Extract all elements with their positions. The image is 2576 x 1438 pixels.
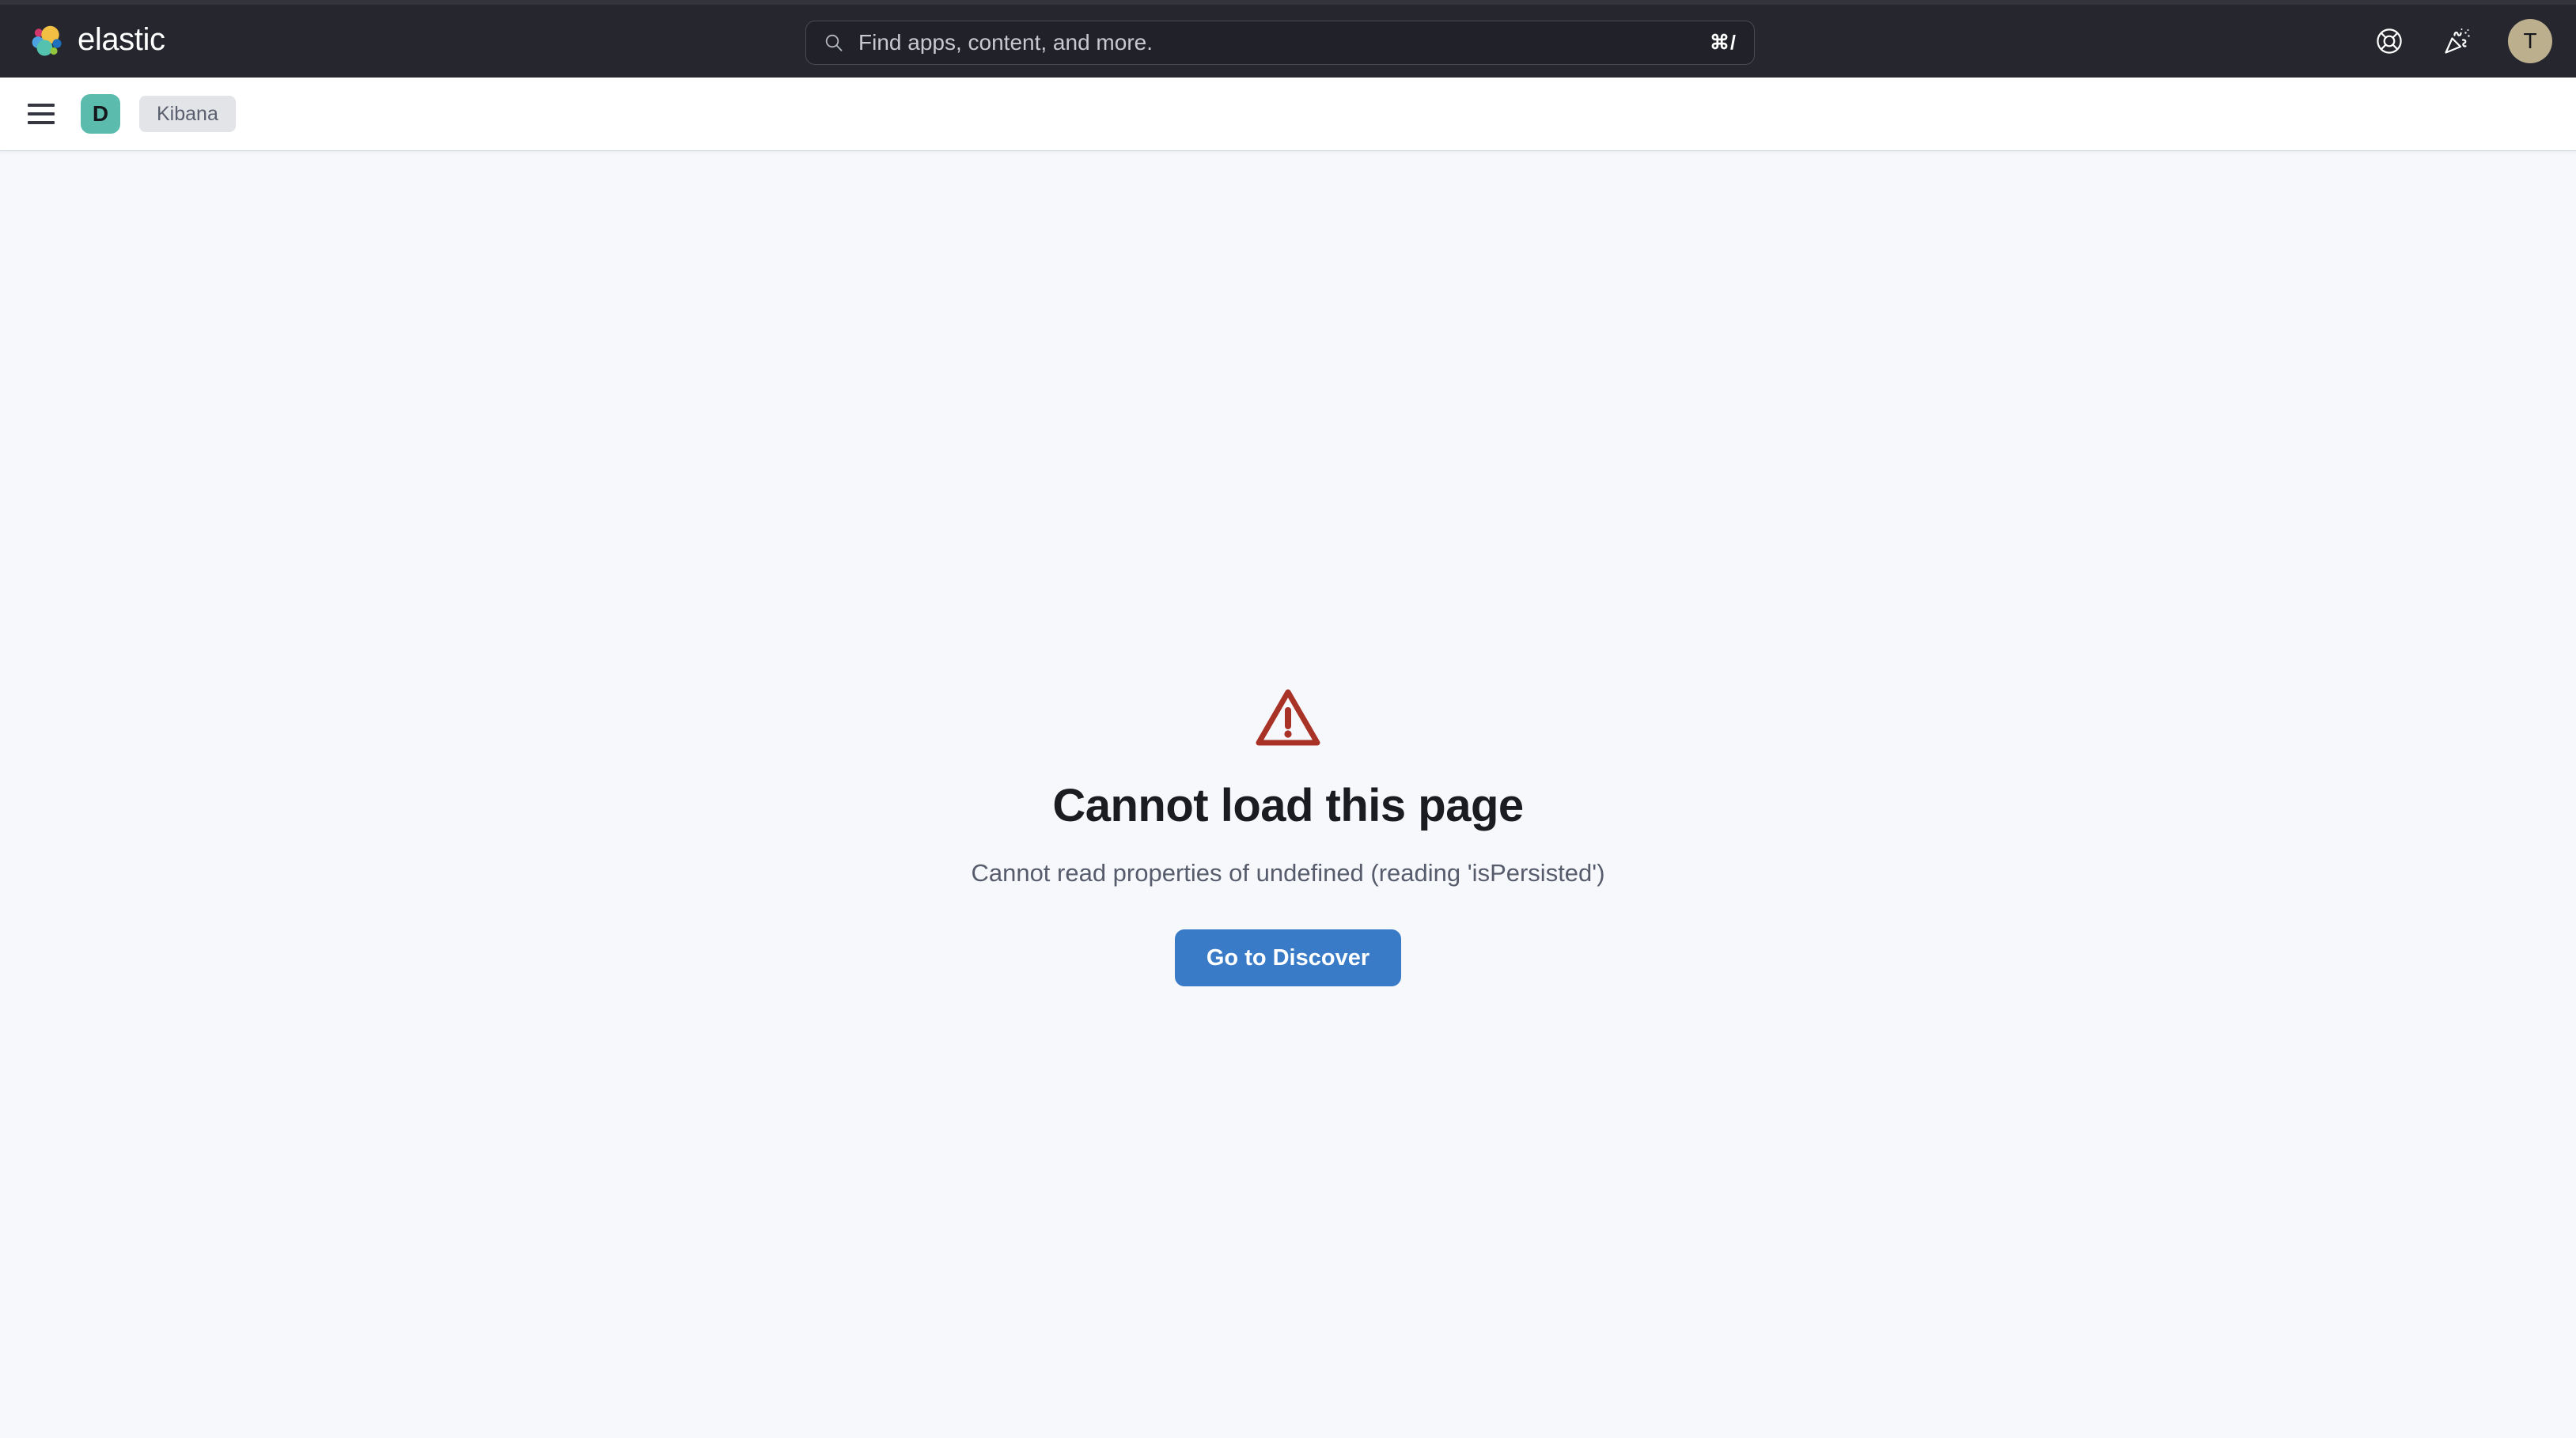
- party-popper-icon: [2441, 25, 2474, 58]
- page-title: Cannot load this page: [1052, 780, 1524, 831]
- warning-triangle-icon: [1255, 685, 1321, 751]
- hamburger-menu-icon[interactable]: [21, 93, 62, 134]
- help-menu-button[interactable]: [2372, 24, 2407, 59]
- search-input[interactable]: Find apps, content, and more. ⌘/: [805, 21, 1755, 65]
- error-message: Cannot read properties of undefined (rea…: [971, 858, 1605, 887]
- brand-name: elastic: [78, 22, 165, 57]
- menu-bar-3: [28, 121, 55, 124]
- breadcrumb-bar: D Kibana: [0, 78, 2576, 151]
- app-root: elastic Find apps, content, and more. ⌘/: [0, 0, 2576, 1438]
- go-to-discover-button[interactable]: Go to Discover: [1174, 929, 1402, 987]
- breadcrumb-item-label: Kibana: [157, 102, 218, 125]
- menu-bar-2: [28, 112, 55, 115]
- brand-home-link[interactable]: elastic: [28, 5, 165, 78]
- elastic-logo-icon: [28, 23, 65, 59]
- avatar-initial: T: [2523, 28, 2537, 53]
- header-actions: T: [2372, 5, 2552, 78]
- global-header: elastic Find apps, content, and more. ⌘/: [0, 5, 2576, 78]
- main-content: Cannot load this page Cannot read proper…: [0, 151, 2576, 1438]
- breadcrumb-item-kibana[interactable]: Kibana: [139, 96, 236, 132]
- global-search[interactable]: Find apps, content, and more. ⌘/: [805, 21, 1755, 65]
- avatar[interactable]: T: [2508, 19, 2552, 63]
- help-life-ring-icon: [2373, 25, 2405, 57]
- app-badge-discover[interactable]: D: [81, 94, 120, 134]
- news-feed-button[interactable]: [2440, 24, 2475, 59]
- menu-bar-1: [28, 104, 55, 107]
- app-badge-letter: D: [92, 101, 109, 126]
- error-panel: Cannot load this page Cannot read proper…: [0, 685, 2576, 987]
- search-placeholder: Find apps, content, and more.: [858, 32, 1153, 54]
- search-shortcut-hint: ⌘/: [1710, 31, 1737, 54]
- search-icon: [824, 32, 844, 53]
